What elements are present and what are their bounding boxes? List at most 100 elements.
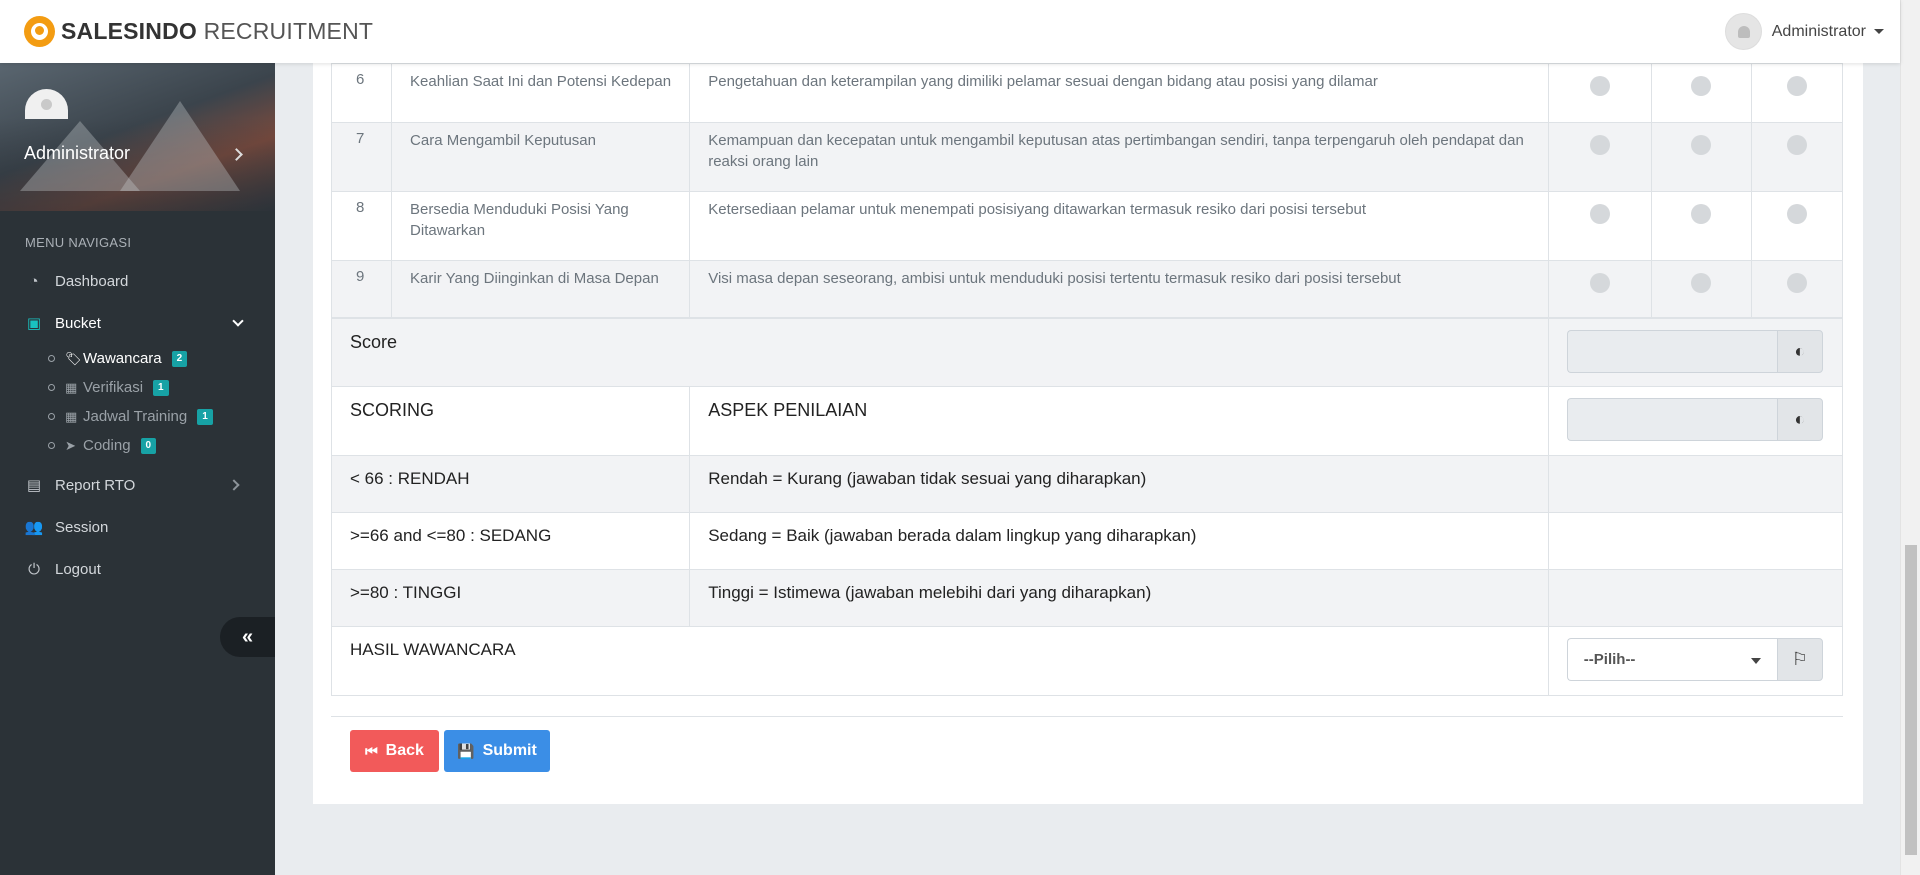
radio-button[interactable] xyxy=(1691,135,1712,155)
radio-button[interactable] xyxy=(1589,135,1610,155)
user-avatar xyxy=(1724,13,1762,50)
sidebar-subitem-verifikasi[interactable]: ▦ Verifikasi 1 xyxy=(0,373,275,402)
row-description: Ketersediaan pelamar untuk menempati pos… xyxy=(689,191,1549,261)
circle-icon xyxy=(48,384,55,391)
score-row: Score ◐ xyxy=(331,317,1844,387)
tags-icon: 🏷 xyxy=(65,350,82,366)
sidebar-item-label: Dashboard xyxy=(55,272,129,290)
hasil-select-cell: --Pilih-- ⚐ xyxy=(1547,626,1844,696)
save-icon: 💾 xyxy=(457,742,475,759)
hasil-label: HASIL WAWANCARA xyxy=(331,626,1549,696)
score-input-group: ◐ xyxy=(1566,329,1824,373)
scoring-row: < 66 : RENDAH Rendah = Kurang (jawaban t… xyxy=(330,455,1844,513)
radio-cell xyxy=(1650,260,1752,318)
radio-button[interactable] xyxy=(1786,273,1807,293)
collapse-sidebar-button[interactable]: « xyxy=(220,617,275,657)
row-aspect: Karir Yang Diinginkan di Masa Depan xyxy=(391,260,691,318)
score-input-cell: ◐ xyxy=(1547,317,1844,387)
sidebar-subitem-coding[interactable]: ➤ Coding 0 xyxy=(0,431,275,460)
contrast-icon: ◐ xyxy=(1776,329,1823,373)
back-button[interactable]: ⏮ Back xyxy=(350,730,439,772)
calendar-check-icon: ▦ xyxy=(65,379,78,395)
paper-plane-icon: ➤ xyxy=(65,437,76,453)
bucket-icon: ▣ xyxy=(26,315,42,332)
flag-checkered-icon: ⚐ xyxy=(1776,638,1823,681)
contrast-icon: ◐ xyxy=(1776,398,1823,441)
subitem-label: Jadwal Training xyxy=(83,408,188,425)
vertical-scrollbar[interactable] xyxy=(1900,0,1920,875)
row-aspect: Cara Mengambil Keputusan xyxy=(391,122,691,192)
score-input[interactable] xyxy=(1566,329,1777,373)
sidebar-item-session[interactable]: 👥 Session xyxy=(0,506,275,548)
scoring-input-cell: ◐ xyxy=(1547,386,1844,456)
scoring-range: < 66 : RENDAH xyxy=(330,455,691,513)
circle-icon xyxy=(48,355,55,362)
scoring-row: >=66 and <=80 : SEDANG Sedang = Baik (ja… xyxy=(330,512,1844,570)
radio-button[interactable] xyxy=(1691,204,1712,224)
sidebar-subitem-wawancara[interactable]: 🏷 Wawancara 2 xyxy=(0,344,275,373)
radio-button[interactable] xyxy=(1786,204,1807,224)
radio-cell xyxy=(1750,63,1844,123)
sidebar-item-report-rto[interactable]: ▤ Report RTO xyxy=(0,464,275,506)
file-icon: ▤ xyxy=(26,477,42,494)
scoring-input[interactable] xyxy=(1566,398,1777,441)
radio-button[interactable] xyxy=(1691,76,1712,96)
radio-cell xyxy=(1547,260,1652,318)
row-number: 7 xyxy=(330,122,393,192)
menu-header: MENU NAVIGASI xyxy=(25,235,132,250)
brand-name: SALESINDO RECRUITMENT xyxy=(61,18,374,44)
radio-button[interactable] xyxy=(1786,76,1807,96)
scoring-range: >=66 and <=80 : SEDANG xyxy=(330,512,691,570)
user-menu[interactable]: Administrator xyxy=(1724,13,1884,50)
sidebar-item-logout[interactable]: ⏻ Logout xyxy=(0,548,275,590)
score-label: Score xyxy=(331,317,1549,387)
panel-avatar xyxy=(25,89,68,119)
row-number: 6 xyxy=(330,63,393,123)
brand[interactable]: SALESINDO RECRUITMENT xyxy=(0,0,373,63)
subitem-label: Coding xyxy=(83,437,131,454)
radio-cell xyxy=(1650,191,1752,261)
radio-cell xyxy=(1650,122,1752,192)
user-panel[interactable]: Administrator xyxy=(0,63,275,211)
radio-button[interactable] xyxy=(1589,273,1610,293)
radio-button[interactable] xyxy=(1589,76,1610,96)
scoring-meaning: Tinggi = Istimewa (jawaban melebihi dari… xyxy=(689,569,1549,627)
scoring-header-row: SCORING ASPEK PENILAIAN ◐ xyxy=(330,386,1844,456)
hasil-input-group: --Pilih-- ⚐ xyxy=(1566,638,1824,681)
radio-cell xyxy=(1547,122,1652,192)
sidebar-subitem-jadwal-training[interactable]: ▦ Jadwal Training 1 xyxy=(0,402,275,431)
radio-button[interactable] xyxy=(1691,273,1712,293)
table-row: 9 Karir Yang Diinginkan di Masa Depan Vi… xyxy=(330,260,1844,318)
circle-icon xyxy=(48,413,55,420)
sidebar: Administrator MENU NAVIGASI ◔ Dashboard … xyxy=(0,63,275,875)
hasil-select[interactable]: --Pilih-- xyxy=(1566,638,1777,681)
bucket-submenu: 🏷 Wawancara 2 ▦ Verifikasi 1 ▦ Jadwal Tr… xyxy=(0,344,275,464)
row-number: 9 xyxy=(330,260,393,318)
sidebar-item-label: Session xyxy=(55,518,109,536)
sidebar-item-dashboard[interactable]: ◔ Dashboard xyxy=(0,260,275,302)
radio-cell xyxy=(1547,191,1652,261)
radio-cell xyxy=(1750,191,1844,261)
subitem-label: Wawancara xyxy=(83,350,162,367)
sidebar-item-label: Logout xyxy=(55,560,101,578)
tachometer-icon: ◔ xyxy=(29,272,39,290)
radio-cell xyxy=(1750,122,1844,192)
scrollbar-thumb[interactable] xyxy=(1905,545,1917,855)
count-badge: 0 xyxy=(140,437,157,454)
chevron-down-icon xyxy=(232,315,244,327)
radio-cell xyxy=(1547,63,1652,123)
radio-cell xyxy=(1750,260,1844,318)
radio-button[interactable] xyxy=(1786,135,1807,155)
panel-user-name: Administrator xyxy=(24,143,131,163)
calendar-icon: ▦ xyxy=(65,408,78,424)
interview-table: 6 Keahlian Saat Ini dan Potensi Kedepan … xyxy=(330,63,1844,696)
scoring-row: >=80 : TINGGI Tinggi = Istimewa (jawaban… xyxy=(330,569,1844,627)
radio-button[interactable] xyxy=(1589,204,1610,224)
count-badge: 1 xyxy=(153,379,169,396)
subitem-label: Verifikasi xyxy=(83,379,144,396)
back-button-label: Back xyxy=(385,742,424,759)
sidebar-item-bucket[interactable]: ▣ Bucket xyxy=(0,302,275,344)
submit-button[interactable]: 💾 Submit xyxy=(444,730,550,772)
form-divider xyxy=(331,716,1843,717)
scoring-meaning: Rendah = Kurang (jawaban tidak sesuai ya… xyxy=(689,455,1549,513)
